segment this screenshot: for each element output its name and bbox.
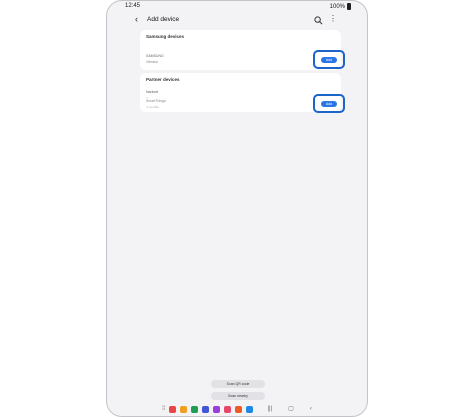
section-header-samsung: Samsung devices (146, 34, 185, 39)
samsung-devices-card: Samsung devices SAMSUNG Vibrator Add (140, 30, 345, 70)
app-6-icon[interactable] (224, 405, 232, 413)
status-right: 100% (330, 3, 351, 10)
app-7-icon[interactable] (235, 405, 243, 413)
search-icon[interactable] (314, 16, 323, 25)
status-bar: 12:45 100% (107, 1, 367, 12)
status-time: 12:45 (125, 3, 141, 9)
app-8-icon[interactable] (246, 405, 254, 413)
battery-percent: 100% (329, 3, 345, 10)
partner-device-extra: ⚠ no info (146, 105, 159, 109)
scan-nearby-button[interactable]: Scan nearby (211, 392, 265, 400)
partner-device-name: Nanleaf (146, 90, 159, 94)
back-arrow-icon[interactable]: ‹ (135, 15, 138, 24)
partner-device-type: SmartThings (146, 99, 166, 103)
app-4-icon[interactable] (202, 405, 210, 413)
scan-qr-button[interactable]: Scan QR code (211, 380, 265, 388)
app-drawer-icon[interactable]: ⁞⁞ (162, 406, 165, 412)
page-title: Add device (147, 16, 180, 23)
more-options-icon[interactable]: ⋮ (329, 15, 337, 23)
add-button-highlight: Add (313, 50, 345, 69)
app-3-icon[interactable] (191, 405, 199, 413)
recents-icon[interactable]: ||| (267, 406, 272, 412)
partner-devices-card: Partner devices Nanleaf — SmartThings ⚠ … (140, 73, 345, 113)
taskbar-apps (169, 405, 254, 413)
tablet-frame: 12:45 100% ‹ Add device ⋮ Samsung device… (106, 0, 368, 417)
samsung-device-type: Vibrator (146, 60, 159, 64)
app-5-icon[interactable] (213, 405, 221, 413)
home-icon[interactable]: ▢ (288, 406, 294, 412)
partner-add-button[interactable]: Add (321, 101, 337, 107)
nav-back-icon[interactable]: ‹ (310, 406, 312, 412)
samsung-device-name: SAMSUNG (146, 54, 164, 58)
battery-icon (347, 3, 351, 10)
app-2-icon[interactable] (180, 405, 188, 413)
samsung-add-button[interactable]: Add (321, 57, 337, 63)
app-bar: ‹ Add device ⋮ (107, 14, 367, 27)
add-button-highlight: Add (313, 94, 345, 113)
taskbar: ⁞⁞ ||| ▢ ‹ (107, 404, 367, 414)
section-header-partner: Partner devices (146, 77, 180, 82)
app-1-icon[interactable] (169, 405, 177, 413)
